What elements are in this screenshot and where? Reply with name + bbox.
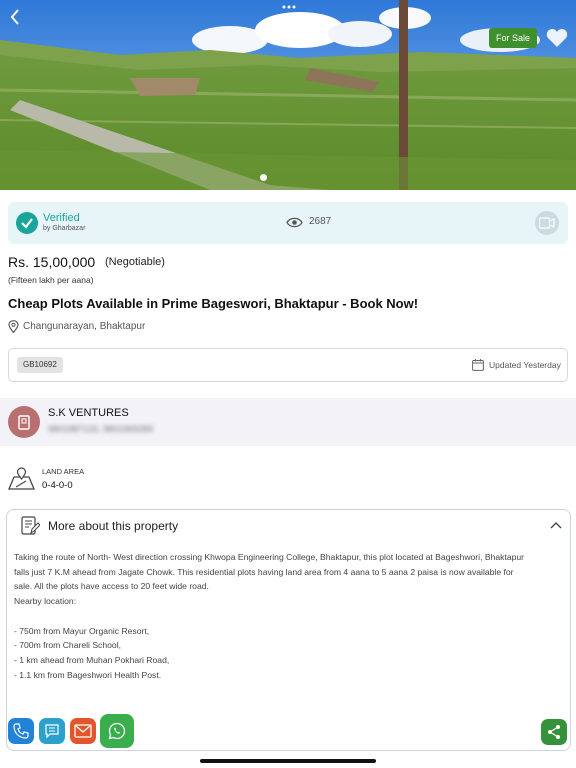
verified-bar: Verified by Gharbazar 2687 <box>8 202 568 244</box>
email-button[interactable] <box>70 718 96 744</box>
whatsapp-icon <box>108 722 126 740</box>
land-area-value: 0-4-0-0 <box>42 480 73 491</box>
listing-title: Cheap Plots Available in Prime Bageswori… <box>8 296 419 311</box>
agent-phone-numbers: 9801987133, 9801969289 <box>48 424 154 434</box>
description-line: sale. All the plots have access to 20 fe… <box>14 581 209 592</box>
share-icon <box>548 725 560 739</box>
description-line: - 1 km ahead from Muhan Pokhari Road, <box>14 654 170 665</box>
chat-icon <box>45 724 59 739</box>
phone-icon <box>13 723 29 739</box>
mail-icon <box>74 724 92 738</box>
updated-label: Updated Yesterday <box>489 360 561 370</box>
description-line: Taking the route of North- West directio… <box>14 552 525 562</box>
heart-icon[interactable] <box>545 27 569 49</box>
video-button[interactable] <box>535 211 559 235</box>
negotiable-label: (Negotiable) <box>105 256 165 268</box>
share-button[interactable] <box>541 719 567 745</box>
listing-id-tag: GB10692 <box>17 357 63 373</box>
description-line: - 750m from Mayur Organic Resort, <box>14 625 150 636</box>
listing-location: Changunarayan, Bhaktapur <box>23 321 146 332</box>
more-dots-icon[interactable] <box>279 2 299 12</box>
building-icon <box>18 415 30 430</box>
land-area-icon <box>8 467 35 490</box>
agent-row[interactable]: S.K VENTURES 9801987133, 9801969289 <box>0 398 576 446</box>
view-count: 2687 <box>309 216 332 227</box>
agent-name: S.K VENTURES <box>48 407 129 419</box>
verified-label: Verified <box>43 212 80 224</box>
property-description-card: More about this property Taking the rout… <box>6 509 571 751</box>
whatsapp-button[interactable] <box>100 714 134 748</box>
verified-by-label: by Gharbazar <box>43 225 86 232</box>
check-circle-icon <box>16 212 38 234</box>
eye-icon <box>286 217 303 228</box>
chevron-left-icon[interactable] <box>4 6 26 28</box>
carousel-indicator[interactable] <box>260 174 267 181</box>
for-sale-badge: For Sale <box>489 28 537 48</box>
calendar-icon <box>472 359 484 371</box>
agent-avatar <box>8 406 40 438</box>
land-area-label: LAND AREA <box>42 467 85 476</box>
property-photo-carousel[interactable]: For Sale <box>0 0 576 190</box>
description-line: Nearby location: <box>14 596 77 607</box>
property-description: Taking the route of North- West directio… <box>14 550 559 682</box>
chat-button[interactable] <box>39 718 65 744</box>
document-edit-icon <box>21 516 40 535</box>
chevron-up-icon[interactable] <box>550 521 562 529</box>
description-line: - 700m from Chareli School, <box>14 640 121 651</box>
description-line: falls just 7 K.M ahead from Jagate Chowk… <box>14 566 514 577</box>
home-indicator[interactable] <box>200 759 376 763</box>
price-in-words: (Fifteen lakh per aana) <box>8 275 94 285</box>
description-line: - 1.1 km from Bageshwori Health Post. <box>14 669 162 680</box>
listing-meta-row: GB10692 Updated Yesterday <box>8 348 568 382</box>
call-button[interactable] <box>8 718 34 744</box>
price: Rs. 15,00,000 <box>8 254 96 270</box>
description-line <box>14 609 559 624</box>
location-pin-icon <box>8 320 19 333</box>
video-camera-icon <box>539 217 555 229</box>
about-section-title: More about this property <box>48 519 179 533</box>
